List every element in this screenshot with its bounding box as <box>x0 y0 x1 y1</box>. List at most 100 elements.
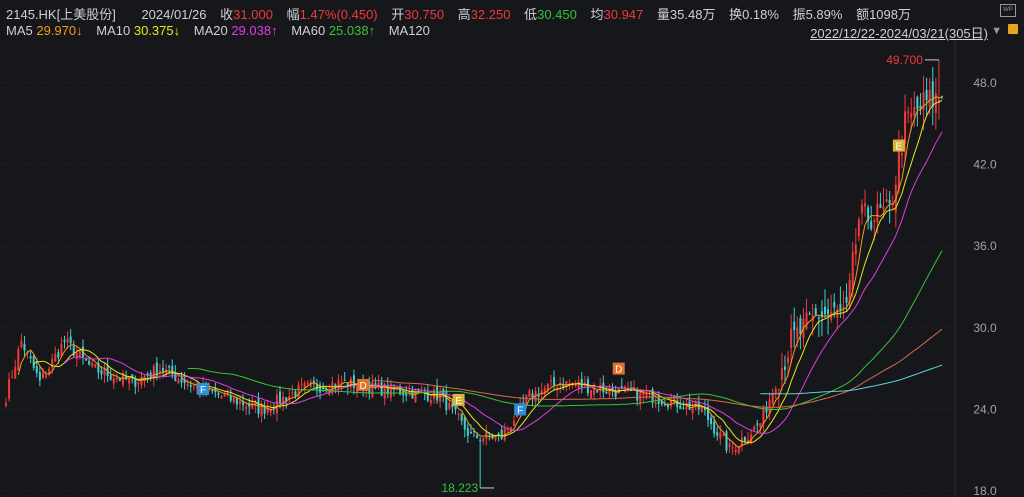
candle-body <box>8 379 11 399</box>
candle-body <box>777 388 780 390</box>
candle-body <box>85 359 88 361</box>
candle-body <box>731 447 734 449</box>
candle-body <box>774 388 777 394</box>
candle-body <box>805 312 808 329</box>
candle-body <box>479 439 482 441</box>
candle-body <box>32 355 35 369</box>
candle-body <box>211 389 214 392</box>
candle-body <box>66 338 69 343</box>
candle-body <box>916 96 919 110</box>
candle-body <box>734 449 737 453</box>
candle-body <box>833 301 836 308</box>
candle-body <box>771 392 774 405</box>
candle-body <box>220 396 223 399</box>
candle-body <box>137 382 140 384</box>
candle-body <box>713 421 716 434</box>
candle-body <box>790 328 793 348</box>
candle-body <box>279 391 282 404</box>
candle-body <box>115 377 118 380</box>
candle-body <box>605 391 608 394</box>
candle-body <box>275 394 278 414</box>
candle-body <box>337 379 340 389</box>
candle-body <box>112 378 115 384</box>
candle-body <box>620 386 623 388</box>
candle-body <box>457 414 460 416</box>
candle-body <box>719 432 722 439</box>
candle-body <box>223 394 226 397</box>
candle-body <box>239 401 241 404</box>
candle-body <box>870 221 873 229</box>
candle-body <box>725 431 728 451</box>
candle-body <box>35 365 38 373</box>
candle-body <box>682 407 685 409</box>
candle-body <box>864 203 867 207</box>
candle-body <box>787 357 790 363</box>
candle-body <box>300 383 303 385</box>
candle-body <box>251 402 254 409</box>
candle-body <box>873 220 876 222</box>
candle-body <box>925 89 928 101</box>
candle-body <box>186 383 189 386</box>
candle-body <box>845 296 848 303</box>
candle-body <box>679 405 682 409</box>
candle-body <box>57 352 60 358</box>
candle-body <box>158 370 161 373</box>
candle-body <box>134 378 137 387</box>
candle-body <box>463 416 466 430</box>
ma10-line <box>33 99 943 444</box>
candle-body <box>596 390 599 393</box>
candle-body <box>780 368 783 381</box>
ma60-line <box>187 250 943 411</box>
y-tick-label: 42.0 <box>973 158 997 172</box>
candle-body <box>808 313 811 315</box>
candle-body <box>263 408 266 414</box>
candle-body <box>857 219 860 237</box>
candle-body <box>553 377 556 386</box>
candle-body <box>140 376 143 386</box>
candle-body <box>839 303 842 311</box>
candle-body <box>232 397 235 403</box>
candle-body <box>928 89 931 108</box>
event-marker-label: D <box>615 365 622 376</box>
candle-body <box>45 375 48 378</box>
candle-body <box>436 385 439 401</box>
candle-body <box>728 444 731 447</box>
candle-body <box>229 396 232 401</box>
candle-body <box>88 360 91 365</box>
candle-body <box>716 432 719 436</box>
candle-body <box>574 384 577 387</box>
candle-body <box>303 383 306 388</box>
candle-body <box>580 378 583 388</box>
candle-body <box>60 343 63 357</box>
candle-body <box>743 436 746 442</box>
candle-body <box>793 321 796 331</box>
candle-body <box>38 372 41 381</box>
candle-body <box>192 385 195 387</box>
max-price-label: 49.700 <box>886 53 923 67</box>
candle-body <box>291 392 294 394</box>
candle-body <box>654 402 657 405</box>
candle-body <box>168 366 171 368</box>
candle-body <box>466 427 469 436</box>
candle-body <box>371 381 374 397</box>
candle-body <box>109 375 112 380</box>
candle-body <box>41 372 44 379</box>
candle-body <box>879 204 882 209</box>
candle-body <box>691 407 694 414</box>
candle-body <box>722 434 725 436</box>
candle-body <box>907 111 910 114</box>
candle-body <box>796 327 799 339</box>
candle-body <box>189 384 192 387</box>
candle-body <box>888 199 891 204</box>
candle-body <box>20 340 23 348</box>
candle-body <box>23 343 26 351</box>
candle-body <box>919 105 922 109</box>
candle-body <box>824 306 826 315</box>
candlestick-chart[interactable]: 48.0 42.0 36.0 30.0 24.0 18.0 F D E F D E 49.700 18.2… <box>0 0 1024 497</box>
candle-body <box>851 251 854 291</box>
candle-body <box>931 81 934 107</box>
ma20-line <box>64 131 943 434</box>
candle-body <box>17 349 20 371</box>
candle-body <box>245 406 248 409</box>
candle-body <box>876 203 879 223</box>
